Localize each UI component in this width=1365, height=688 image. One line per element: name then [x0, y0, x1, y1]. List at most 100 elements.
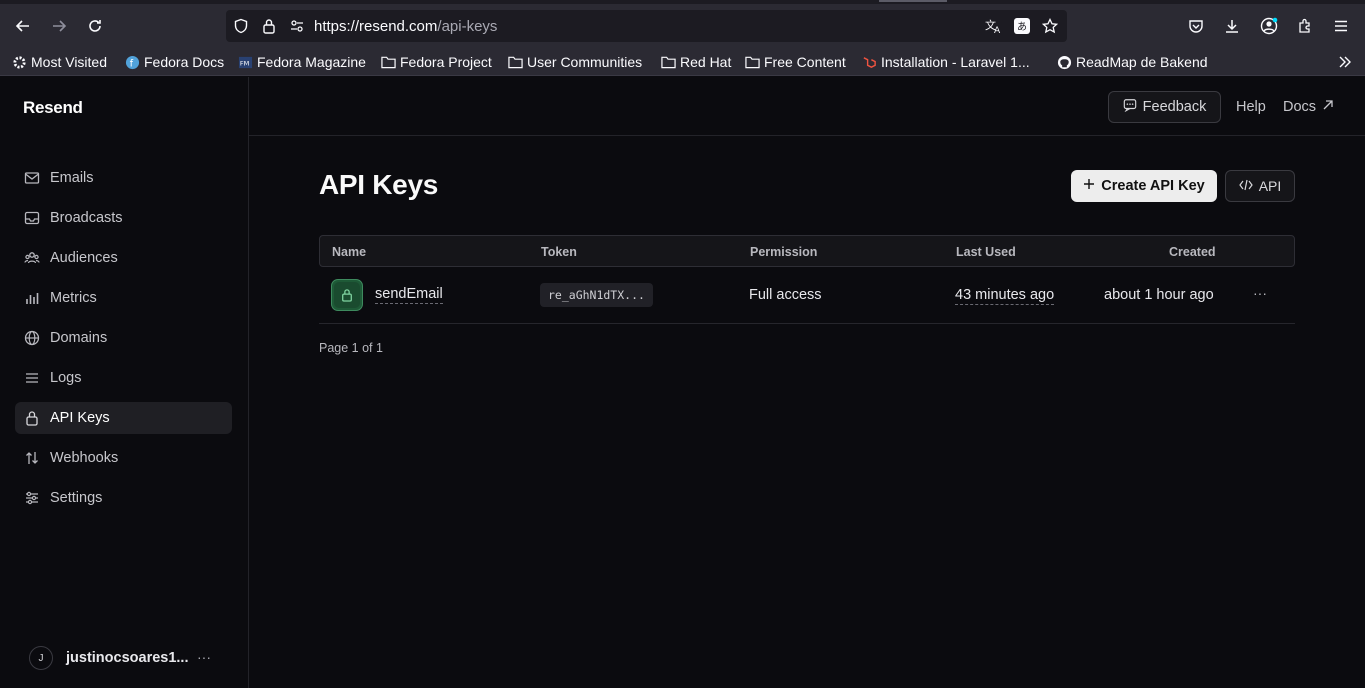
sidebar-item-label: Emails — [50, 170, 94, 186]
table-header: Name Token Permission Last Used Created — [319, 235, 1295, 267]
svg-text:A: A — [994, 26, 1001, 34]
arrow-left-icon — [15, 20, 29, 32]
sidebar-item-audiences[interactable]: Audiences — [15, 242, 232, 274]
bookmark-user-communities[interactable]: User Communities — [507, 52, 642, 72]
list-icon — [24, 370, 40, 386]
folder-icon — [507, 54, 523, 70]
url-bar[interactable]: https://resend.com/api-keys 文A あ — [226, 10, 1067, 42]
api-docs-button[interactable]: API — [1225, 170, 1295, 202]
page-settings-icon[interactable] — [288, 17, 306, 35]
bookmarks-overflow-button[interactable] — [1337, 52, 1353, 72]
user-name: justinocsoares1... — [66, 650, 189, 666]
sidebar-item-label: Logs — [50, 370, 82, 386]
lock-icon — [24, 410, 40, 426]
permission-value: Full access — [749, 287, 822, 303]
brand-logo[interactable]: Resend — [23, 98, 83, 118]
folder-icon — [380, 54, 396, 70]
laravel-icon — [861, 54, 877, 70]
forward-button[interactable] — [45, 12, 73, 40]
feedback-button[interactable]: Feedback — [1108, 91, 1221, 123]
sidebar-item-webhooks[interactable]: Webhooks — [15, 442, 232, 474]
sidebar-item-label: Settings — [50, 490, 103, 506]
bookmark-readmap-backend[interactable]: ReadMap de Bakend — [1056, 52, 1208, 72]
inbox-icon — [24, 210, 40, 226]
account-icon — [1260, 17, 1278, 35]
puzzle-icon — [1299, 18, 1310, 33]
table-row[interactable]: sendEmail re_aGhN1dTX... Full access 43 … — [319, 267, 1295, 324]
reload-button[interactable] — [81, 12, 109, 40]
pocket-button[interactable] — [1182, 12, 1210, 40]
download-icon — [1226, 20, 1238, 33]
sidebar-item-label: Broadcasts — [50, 210, 123, 226]
sidebar-item-label: Domains — [50, 330, 108, 346]
sidebar-item-api-keys[interactable]: API Keys — [15, 402, 232, 434]
column-header-permission: Permission — [750, 245, 818, 259]
code-icon — [1238, 178, 1253, 194]
sidebar-item-logs[interactable]: Logs — [15, 362, 232, 394]
active-tab-indicator — [879, 0, 947, 2]
extensions-button[interactable] — [1291, 12, 1319, 40]
row-more-button[interactable]: ··· — [1253, 285, 1267, 301]
fedora-magazine-icon: FM — [237, 54, 253, 70]
column-header-last-used: Last Used — [956, 245, 1016, 259]
downloads-button[interactable] — [1218, 12, 1246, 40]
pagination-label: Page 1 of 1 — [319, 341, 383, 355]
folder-icon — [744, 54, 760, 70]
api-key-name-link[interactable]: sendEmail — [375, 286, 443, 304]
hamburger-icon — [1335, 20, 1347, 32]
bookmark-free-content[interactable]: Free Content — [744, 52, 846, 72]
translate-page-icon[interactable]: あ — [1013, 17, 1031, 35]
star-icon[interactable] — [1041, 17, 1059, 35]
column-header-created: Created — [1169, 245, 1216, 259]
mail-icon — [24, 170, 40, 186]
account-button[interactable] — [1255, 12, 1283, 40]
shield-icon[interactable] — [232, 17, 250, 35]
message-icon — [1123, 98, 1137, 116]
bookmark-fedora-docs[interactable]: f Fedora Docs — [124, 52, 224, 72]
lock-icon[interactable] — [260, 17, 278, 35]
sidebar-item-settings[interactable]: Settings — [15, 482, 232, 514]
top-bar: Feedback Help Docs — [249, 77, 1365, 136]
last-used-value[interactable]: 43 minutes ago — [955, 287, 1055, 305]
chevrons-right-icon — [1337, 54, 1353, 70]
docs-link[interactable]: Docs — [1283, 99, 1334, 115]
fedora-icon: f — [124, 54, 140, 70]
url-text[interactable]: https://resend.com/api-keys — [314, 18, 497, 35]
sidebar-item-broadcasts[interactable]: Broadcasts — [15, 202, 232, 234]
bookmark-red-hat[interactable]: Red Hat — [660, 52, 731, 72]
bookmark-fedora-magazine[interactable]: FM Fedora Magazine — [237, 52, 366, 72]
sidebar-item-label: Webhooks — [50, 450, 119, 466]
bookmark-laravel-installation[interactable]: Installation - Laravel 1... — [861, 52, 1030, 72]
menu-button[interactable] — [1327, 12, 1355, 40]
bookmark-fedora-project[interactable]: Fedora Project — [380, 52, 492, 72]
svg-text:あ: あ — [1017, 21, 1027, 33]
translate-icon[interactable]: 文A — [985, 17, 1003, 35]
sidebar-item-metrics[interactable]: Metrics — [15, 282, 232, 314]
sidebar-item-label: Audiences — [50, 250, 118, 266]
folder-icon — [660, 54, 676, 70]
lock-icon — [342, 289, 352, 302]
column-header-name: Name — [332, 245, 367, 259]
arrow-right-icon — [53, 20, 67, 32]
sidebar: Resend Emails Broadcasts Audiences Metri… — [0, 77, 249, 688]
create-api-key-button[interactable]: Create API Key — [1071, 170, 1217, 202]
gear-icon — [11, 54, 27, 70]
reload-icon — [89, 20, 101, 32]
sidebar-item-domains[interactable]: Domains — [15, 322, 232, 354]
user-menu[interactable]: J justinocsoares1... ··· — [29, 645, 219, 671]
external-link-icon — [1322, 99, 1334, 115]
page-title: API Keys — [319, 169, 438, 200]
bookmarks-bar: Most Visited f Fedora Docs FM Fedora Mag… — [0, 47, 1365, 76]
sidebar-item-emails[interactable]: Emails — [15, 162, 232, 194]
user-more-button[interactable]: ··· — [197, 649, 211, 665]
arrows-icon — [24, 450, 40, 466]
users-icon — [24, 250, 40, 266]
bookmark-most-visited[interactable]: Most Visited — [11, 52, 107, 72]
globe-icon — [24, 330, 40, 346]
sidebar-item-label: Metrics — [50, 290, 97, 306]
help-link[interactable]: Help — [1236, 99, 1266, 115]
column-header-token: Token — [541, 245, 577, 259]
back-button[interactable] — [9, 12, 37, 40]
token-pill[interactable]: re_aGhN1dTX... — [540, 283, 653, 307]
key-lock-badge — [331, 279, 363, 311]
